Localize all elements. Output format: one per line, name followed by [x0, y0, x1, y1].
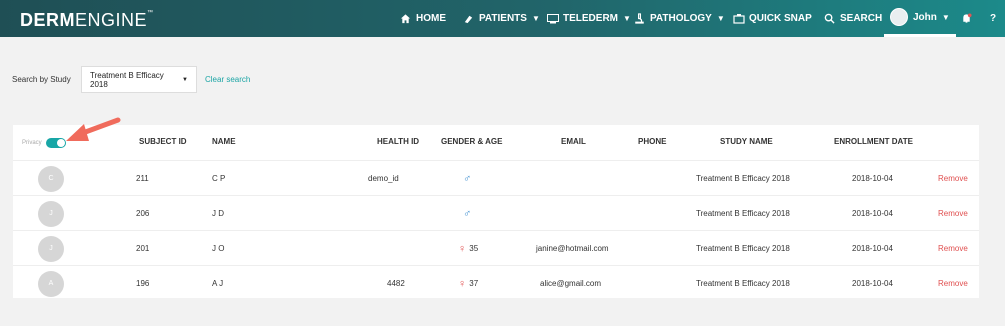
- gender-age-cell: ♂: [463, 161, 471, 196]
- clear-search-link[interactable]: Clear search: [205, 75, 250, 84]
- study-name-cell: Treatment B Efficacy 2018: [696, 174, 790, 183]
- help-button[interactable]: ?: [990, 0, 996, 37]
- enrollment-date-cell: 2018-10-04: [852, 174, 893, 183]
- patient-icon: [463, 13, 474, 24]
- nav-search[interactable]: SEARCH: [824, 0, 882, 37]
- name-cell: J O: [212, 244, 225, 253]
- gender-age-cell: ♀ 35: [458, 242, 479, 255]
- table-row[interactable]: J 201 J O ♀ 35 janine@hotmail.com Treatm…: [13, 230, 979, 265]
- male-icon: ♂: [463, 207, 472, 220]
- header-study-name[interactable]: STUDY NAME: [720, 137, 773, 146]
- enrollment-date-cell: 2018-10-04: [852, 279, 893, 288]
- gender-age-cell: ♂: [463, 196, 471, 231]
- enrollment-date-cell: 2018-10-04: [852, 244, 893, 253]
- privacy-toggle[interactable]: [45, 138, 66, 148]
- remove-button[interactable]: Remove: [938, 196, 968, 231]
- female-icon: ♀: [458, 277, 467, 290]
- privacy-toggle-group: Privacy: [22, 138, 66, 148]
- email-cell: alice@gmail.com: [540, 279, 602, 288]
- name-cell: J D: [212, 209, 224, 218]
- nav-patients[interactable]: PATIENTS ▼: [463, 0, 540, 37]
- header-email[interactable]: EMAIL: [561, 137, 586, 146]
- subject-id-cell: 206: [136, 209, 150, 218]
- nav-home[interactable]: HOME: [400, 0, 446, 37]
- header-gender-age[interactable]: GENDER & AGE: [441, 137, 503, 146]
- remove-button[interactable]: Remove: [938, 231, 968, 266]
- study-name-cell: Treatment B Efficacy 2018: [696, 209, 790, 218]
- search-icon: [824, 13, 835, 24]
- chevron-down-icon: ▼: [716, 14, 725, 23]
- camera-icon: [733, 13, 745, 24]
- patient-avatar: J: [38, 200, 64, 227]
- study-select[interactable]: Treatment B Efficacy 2018 ▼: [81, 66, 197, 93]
- notifications-button[interactable]: [961, 0, 972, 37]
- header-name[interactable]: NAME: [212, 137, 236, 146]
- nav-quick-snap[interactable]: QUICK SNAP: [733, 0, 812, 37]
- health-id-cell: demo_id: [368, 174, 399, 183]
- table-row[interactable]: A 196 A J 4482 ♀ 37 alice@gmail.com Trea…: [13, 265, 979, 300]
- study-name-cell: Treatment B Efficacy 2018: [696, 279, 790, 288]
- patient-avatar: C: [38, 165, 64, 192]
- top-navbar: DERMENGINE™ HOME PATIENTS ▼ TELEDERM ▼ P…: [0, 0, 1005, 37]
- nav-user-menu[interactable]: John ▼: [884, 0, 956, 37]
- search-by-study-label: Search by Study: [12, 75, 71, 84]
- telederm-icon: [547, 13, 559, 24]
- subject-id-cell: 201: [136, 244, 150, 253]
- header-subject-id[interactable]: SUBJECT ID: [139, 137, 187, 146]
- study-name-cell: Treatment B Efficacy 2018: [696, 244, 790, 253]
- enrollment-date-cell: 2018-10-04: [852, 209, 893, 218]
- health-id-cell: 4482: [387, 279, 405, 288]
- dermengine-logo[interactable]: DERMENGINE™: [20, 10, 154, 31]
- table-row[interactable]: J 206 J D ♂ Treatment B Efficacy 2018 20…: [13, 195, 979, 230]
- patient-avatar: J: [38, 235, 64, 262]
- header-enrollment-date[interactable]: ENROLLMENT DATE: [834, 137, 913, 146]
- nav-telederm[interactable]: TELEDERM ▼: [547, 0, 631, 37]
- chevron-down-icon: ▼: [941, 12, 950, 22]
- privacy-label: Privacy: [22, 140, 42, 146]
- subject-id-cell: 196: [136, 279, 150, 288]
- gender-age-cell: ♀ 37: [458, 277, 479, 290]
- name-cell: A J: [212, 279, 224, 288]
- chevron-down-icon: ▼: [182, 76, 188, 83]
- chevron-down-icon: ▼: [623, 14, 631, 23]
- patients-table: Privacy SUBJECT ID NAME HEALTH ID GENDER…: [13, 125, 979, 298]
- user-avatar: [890, 8, 908, 26]
- microscope-icon: [634, 13, 645, 24]
- bell-icon: [961, 13, 972, 24]
- chevron-down-icon: ▼: [531, 14, 540, 23]
- female-icon: ♀: [458, 242, 467, 255]
- remove-button[interactable]: Remove: [938, 266, 968, 301]
- patient-avatar: A: [38, 270, 64, 297]
- home-icon: [400, 13, 411, 24]
- table-row[interactable]: C 211 C P demo_id ♂ Treatment B Efficacy…: [13, 160, 979, 195]
- subject-id-cell: 211: [136, 174, 149, 183]
- email-cell: janine@hotmail.com: [536, 244, 609, 253]
- remove-button[interactable]: Remove: [938, 161, 968, 196]
- header-phone[interactable]: PHONE: [638, 137, 666, 146]
- name-cell: C P: [212, 174, 226, 183]
- header-health-id[interactable]: HEALTH ID: [377, 137, 419, 146]
- male-icon: ♂: [463, 172, 472, 185]
- nav-pathology[interactable]: PATHOLOGY ▼: [634, 0, 725, 37]
